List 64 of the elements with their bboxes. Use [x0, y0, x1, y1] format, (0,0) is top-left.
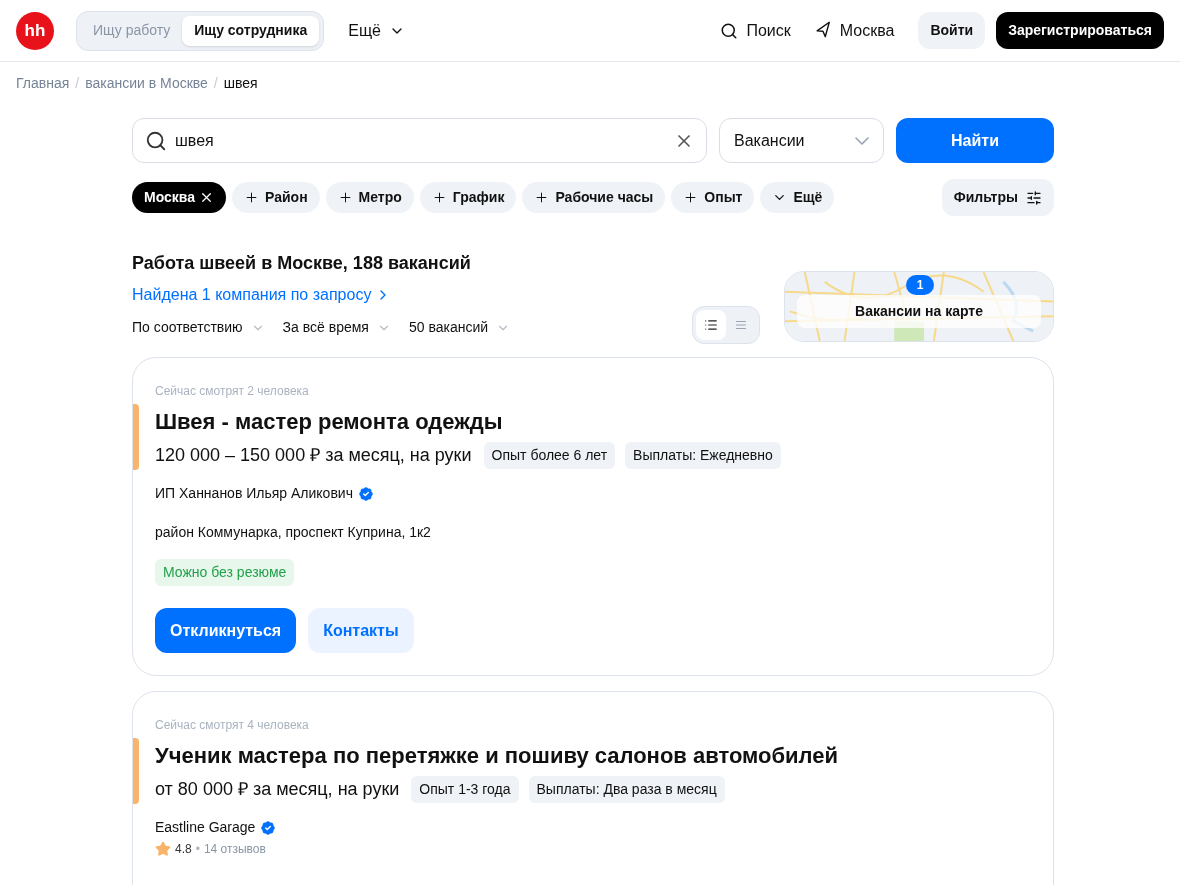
- more-menu[interactable]: Ещё: [348, 18, 405, 43]
- viewers-count: Сейчас смотрят 2 человека: [155, 383, 310, 400]
- map-label: Вакансии на карте: [797, 295, 1041, 328]
- compact-list-icon: [735, 319, 747, 331]
- apply-button[interactable]: Откликнуться: [155, 608, 297, 653]
- vacancy-title[interactable]: Швея - мастер ремонта одежды: [155, 408, 1029, 436]
- filter-chip[interactable]: Район: [232, 182, 320, 213]
- breadcrumb[interactable]: вакансии в Москве: [85, 72, 208, 94]
- vacancy-title[interactable]: Ученик мастера по перетяжке и пошиву салонов автомобилей: [155, 742, 1029, 770]
- register-button[interactable]: Зарегистрироваться: [996, 12, 1164, 49]
- filters-button[interactable]: Фильтры: [941, 179, 1054, 216]
- filter-chip[interactable]: Метро: [325, 182, 414, 213]
- salary: от 80 000 ₽ за месяц, на руки: [155, 778, 400, 801]
- breadcrumb[interactable]: Главная: [16, 72, 70, 94]
- filter-chip[interactable]: График: [419, 182, 517, 213]
- sort-dropdown[interactable]: За всё время: [282, 317, 391, 338]
- city-link[interactable]: Москва: [814, 18, 895, 43]
- viewers-count: Сейчас смотрят 4 человека: [155, 717, 310, 734]
- no-resume-badge: Можно без резюме: [155, 559, 295, 586]
- company-name[interactable]: Eastline Garage: [155, 817, 256, 838]
- list-icon: [704, 318, 718, 332]
- filter-chip[interactable]: Москва: [132, 182, 227, 213]
- map-card[interactable]: 1 Вакансии на карте: [784, 271, 1054, 342]
- contacts-button[interactable]: Контакты: [308, 608, 414, 653]
- plus-icon: [431, 190, 447, 205]
- plus-icon: [337, 190, 353, 205]
- search-icon: [720, 21, 739, 40]
- type-select[interactable]: Вакансии: [719, 118, 884, 163]
- breadcrumb-separator: /: [75, 73, 80, 93]
- company-link[interactable]: Найдена 1 компания по запросу: [132, 283, 692, 307]
- search-field[interactable]: швея: [132, 118, 707, 163]
- find-button[interactable]: Найти: [896, 118, 1054, 163]
- accent-bar: [133, 738, 139, 804]
- dot-separator: •: [195, 841, 200, 858]
- vacancy-tag: Опыт 1-3 года: [411, 776, 519, 803]
- mode-tab[interactable]: Ищу сотрудника: [182, 15, 320, 46]
- accent-bar: [133, 404, 139, 470]
- breadcrumb[interactable]: швея: [223, 72, 258, 94]
- breadcrumb-separator: /: [213, 73, 218, 93]
- plus-icon: [534, 190, 550, 205]
- sort-dropdown[interactable]: 50 вакансий: [408, 317, 511, 338]
- filter-chip[interactable]: Ещё: [760, 182, 835, 213]
- salary: 120 000 – 150 000 ₽ за месяц, на руки: [155, 444, 472, 467]
- filter-chip[interactable]: Опыт: [671, 182, 755, 213]
- vacancy-tag: Выплаты: Ежедневно: [625, 442, 781, 469]
- vacancy-tag: Выплаты: Два раза в месяц: [528, 776, 725, 803]
- sliders-icon: [1026, 189, 1042, 206]
- search-icon: [145, 129, 167, 152]
- logo[interactable]: hh: [16, 11, 54, 50]
- address: район Коммунарка, проспект Куприна, 1к2: [155, 523, 432, 542]
- vacancy-tag: Опыт более 6 лет: [483, 442, 616, 469]
- search-link[interactable]: Поиск: [720, 18, 791, 43]
- star-icon: [155, 841, 171, 857]
- rating: 4.8: [175, 841, 192, 858]
- view-mode-button[interactable]: [696, 310, 726, 340]
- filter-chip[interactable]: Рабочие часы: [522, 182, 666, 213]
- search-input[interactable]: швея: [175, 128, 666, 153]
- login-button[interactable]: Войти: [918, 12, 986, 49]
- sort-dropdown[interactable]: По соответствию: [132, 317, 265, 338]
- chevron-icon: [855, 136, 869, 145]
- results-title: Работа швеей в Москве, 188 вакансий: [132, 252, 472, 275]
- company-name[interactable]: ИП Ханнанов Ильяр Аликович: [155, 483, 353, 504]
- plus-icon: [244, 190, 260, 205]
- plus-icon: [683, 190, 699, 205]
